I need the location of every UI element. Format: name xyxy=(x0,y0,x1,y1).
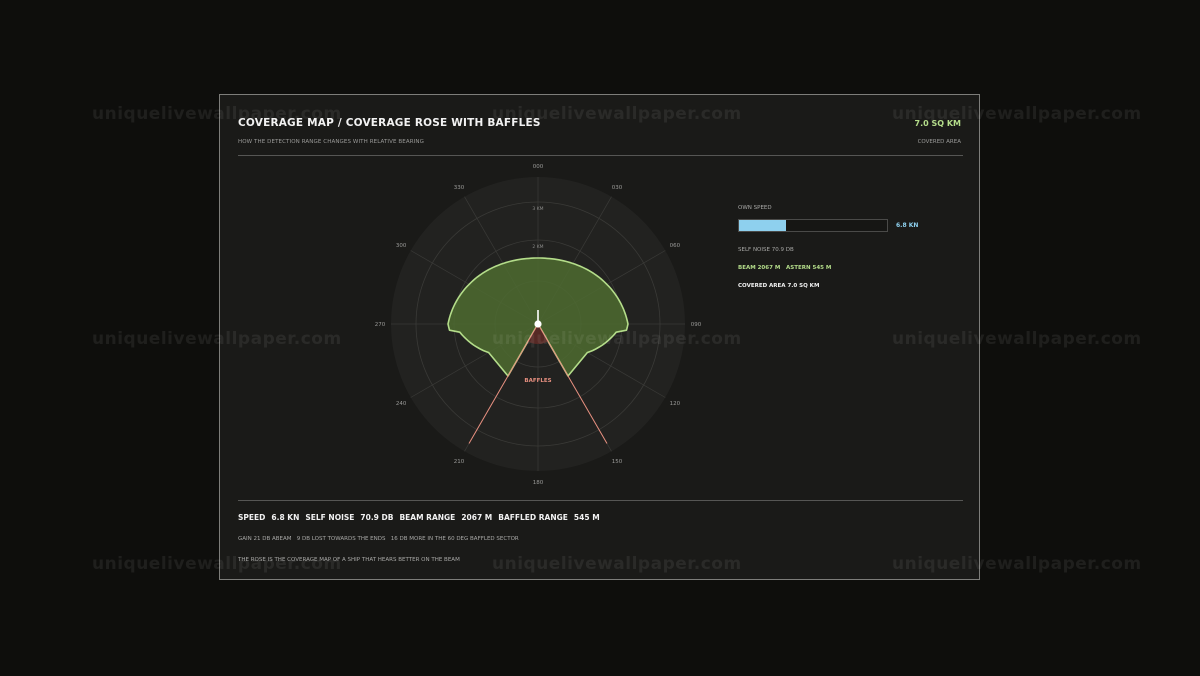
own-speed-label: OWN SPEED xyxy=(738,205,772,211)
covered-area-label: COVERED AREA xyxy=(917,139,961,145)
range-ring-label: 3 KM xyxy=(532,206,543,212)
own-speed-value: 6.8 KN xyxy=(896,222,919,229)
footer-divider xyxy=(238,500,963,501)
self-noise-line: SELF NOISE 70.9 DB xyxy=(738,247,794,253)
bearing-label: 240 xyxy=(396,401,407,407)
bearing-label: 210 xyxy=(454,459,465,465)
range-line: BEAM 2067 M ASTERN 545 M xyxy=(738,265,832,271)
stat-baffled-value: 545 M xyxy=(573,513,600,522)
panel-subtitle: HOW THE DETECTION RANGE CHANGES WITH REL… xyxy=(238,139,424,145)
coverage-panel: COVERAGE MAP / COVERAGE ROSE WITH BAFFLE… xyxy=(219,94,980,580)
stat-beam-label: BEAM RANGE xyxy=(399,513,456,522)
baffles-label: BAFFLES xyxy=(524,378,551,384)
stats-line: SPEED 6.8 KN SELF NOISE 70.9 DB BEAM RANGE 20… xyxy=(238,513,600,522)
stat-speed-value: 6.8 KN xyxy=(271,513,300,522)
panel-title: COVERAGE MAP / COVERAGE ROSE WITH BAFFLE… xyxy=(238,117,541,129)
gain-note: GAIN 21 DB ABEAM 9 DB LOST TOWARDS THE E… xyxy=(238,536,519,542)
range-ring-label: 2 KM xyxy=(532,244,543,250)
bearing-label: 060 xyxy=(670,243,681,249)
header-divider xyxy=(238,155,963,156)
bearing-label: 150 xyxy=(612,459,623,465)
covered-area-value: 7.0 SQ KM xyxy=(914,119,961,128)
bearing-label: 030 xyxy=(612,185,623,191)
bearing-label: 000 xyxy=(533,164,544,170)
own-speed-bar-fill xyxy=(739,220,787,231)
bearing-label: 090 xyxy=(691,322,702,328)
bearing-label: 180 xyxy=(533,480,544,486)
covered-area-line: COVERED AREA 7.0 SQ KM xyxy=(738,283,820,289)
rose-note: THE ROSE IS THE COVERAGE MAP OF A SHIP T… xyxy=(238,557,460,563)
bearing-label: 330 xyxy=(454,185,465,191)
coverage-rose: 000 030 060 090 120 150 180 210 240 270 300 330 2 KM… xyxy=(375,164,702,486)
stat-baffled-label: BAFFLED RANGE xyxy=(498,513,568,522)
bearing-label: 300 xyxy=(396,243,407,249)
own-ship-dot xyxy=(534,320,542,328)
stat-noise-value: 70.9 DB xyxy=(360,513,394,522)
stat-noise-label: SELF NOISE xyxy=(305,513,355,522)
own-speed-bar xyxy=(738,219,888,232)
bearing-label: 270 xyxy=(375,322,386,328)
bearing-label: 120 xyxy=(670,401,681,407)
stat-speed-label: SPEED xyxy=(238,513,266,522)
stat-beam-value: 2067 M xyxy=(461,513,493,522)
info-block: OWN SPEED 6.8 KN SELF NOISE 70.9 DB BEAM… xyxy=(738,205,938,289)
